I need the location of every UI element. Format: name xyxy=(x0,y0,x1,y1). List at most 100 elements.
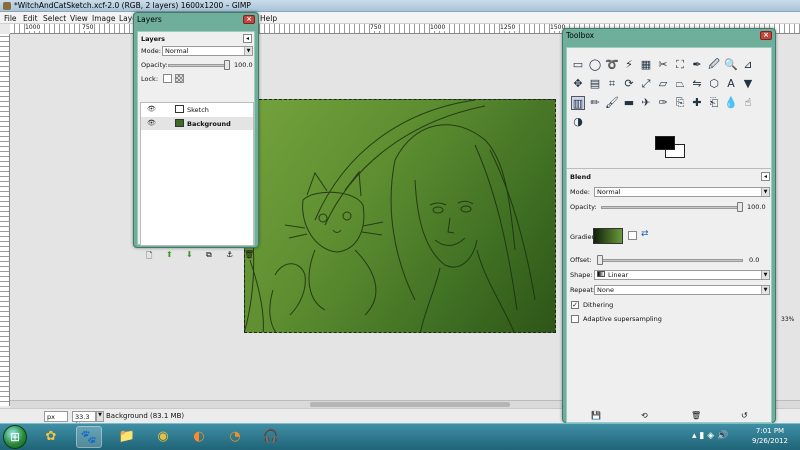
gimp-taskbar-icon[interactable]: 🐾 xyxy=(76,426,102,448)
raise-layer-icon[interactable]: ⬆ xyxy=(166,250,173,259)
rect-select-tool-icon[interactable]: ▭ xyxy=(571,58,585,72)
text-tool-icon[interactable]: A xyxy=(724,77,738,91)
dithering-label[interactable]: Dithering xyxy=(583,301,613,309)
layer-row-background[interactable]: 👁 Background xyxy=(141,117,253,130)
menu-view[interactable]: View xyxy=(70,14,88,23)
airbrush-tool-icon[interactable]: ✈ xyxy=(639,96,653,110)
color-selector[interactable] xyxy=(655,136,687,160)
layer-name[interactable]: Sketch xyxy=(187,106,209,114)
save-options-icon[interactable]: 💾 xyxy=(591,411,601,420)
blend-opacity-value[interactable]: 100.0 xyxy=(747,203,766,211)
adaptive-supersampling-label[interactable]: Adaptive supersampling xyxy=(583,315,662,323)
options-menu-icon[interactable]: ◂ xyxy=(761,172,770,181)
visibility-eye-icon[interactable]: 👁 xyxy=(147,120,156,127)
blend-tool-icon[interactable]: ▥ xyxy=(571,96,585,110)
scissors-tool-icon[interactable]: ✂ xyxy=(656,58,670,72)
color-select-tool-icon[interactable]: ▦ xyxy=(639,58,653,72)
gradient-preview[interactable] xyxy=(593,228,623,244)
firefox-icon[interactable]: ◐ xyxy=(186,426,212,448)
toolbox-close-button[interactable]: × xyxy=(760,31,772,40)
foreground-select-tool-icon[interactable]: ⛶ xyxy=(673,58,687,72)
ink-tool-icon[interactable]: ✑ xyxy=(656,96,670,110)
visibility-eye-icon[interactable]: 👁 xyxy=(147,106,156,113)
system-tray[interactable]: ▴ ▮ ◈ 🔊 xyxy=(692,431,728,441)
image-canvas[interactable] xyxy=(244,99,556,333)
crop-tool-icon[interactable]: ⌗ xyxy=(605,77,619,91)
menu-file[interactable]: File xyxy=(4,14,17,23)
headphones-icon[interactable]: 🎧 xyxy=(258,426,284,448)
lock-alpha-checkbox[interactable] xyxy=(175,74,184,83)
lock-pixels-checkbox[interactable] xyxy=(163,74,172,83)
lower-layer-icon[interactable]: ⬇ xyxy=(186,250,193,259)
paintbrush-tool-icon[interactable]: 🖌 xyxy=(605,96,619,110)
explorer-icon[interactable]: 📁 xyxy=(114,426,140,448)
blend-opacity-thumb[interactable] xyxy=(737,202,743,212)
blend-opacity-slider[interactable] xyxy=(601,206,741,209)
blend-mode-select[interactable]: Normal ▼ xyxy=(594,187,770,197)
window-titlebar[interactable]: *WitchAndCatSketch.xcf-2.0 (RGB, 2 layer… xyxy=(0,0,800,12)
move-tool-icon[interactable]: ✥ xyxy=(571,77,585,91)
dodge-burn-tool-icon[interactable]: ◑ xyxy=(571,115,585,129)
layer-name[interactable]: Background xyxy=(187,120,231,128)
eraser-tool-icon[interactable]: ▬ xyxy=(622,96,636,110)
blur-tool-icon[interactable]: 💧 xyxy=(724,96,738,110)
clone-tool-icon[interactable]: ⎘ xyxy=(673,96,687,110)
menu-select[interactable]: Select xyxy=(43,14,66,23)
free-select-tool-icon[interactable]: ➰ xyxy=(605,58,619,72)
adaptive-supersampling-checkbox[interactable] xyxy=(571,315,579,323)
offset-slider[interactable] xyxy=(597,259,743,262)
restore-options-icon[interactable]: ⟲ xyxy=(641,411,648,420)
pencil-tool-icon[interactable]: ✏ xyxy=(588,96,602,110)
opacity-value[interactable]: 100.0 xyxy=(234,61,253,69)
duplicate-layer-icon[interactable]: ⧉ xyxy=(206,250,212,260)
paths-tool-icon[interactable]: ✒ xyxy=(690,58,704,72)
scrollbar-thumb[interactable] xyxy=(310,402,510,407)
picasa-icon[interactable]: ✿ xyxy=(38,426,64,448)
cage-tool-icon[interactable]: ⬡ xyxy=(707,77,721,91)
layer-row-sketch[interactable]: 👁 Sketch xyxy=(141,103,253,116)
fuzzy-select-tool-icon[interactable]: ⚡ xyxy=(622,58,636,72)
reset-options-icon[interactable]: ↺ xyxy=(741,411,748,420)
layer-mode-select[interactable]: Normal ▼ xyxy=(162,46,253,56)
anchor-layer-icon[interactable]: ⚓ xyxy=(226,250,233,259)
chrome-icon[interactable]: ◉ xyxy=(150,426,176,448)
ellipse-select-tool-icon[interactable]: ◯ xyxy=(588,58,602,72)
heal-tool-icon[interactable]: ✚ xyxy=(690,96,704,110)
shape-select[interactable]: Linear ▼ xyxy=(594,270,770,280)
scale-tool-icon[interactable]: ⤢ xyxy=(639,77,653,91)
perspective-clone-tool-icon[interactable]: ⎗ xyxy=(707,96,721,110)
zoom-dropdown-arrow[interactable]: ▼ xyxy=(96,411,104,422)
panel-menu-icon[interactable]: ◂ xyxy=(243,34,252,43)
offset-thumb[interactable] xyxy=(597,255,603,265)
shear-tool-icon[interactable]: ▱ xyxy=(656,77,670,91)
dithering-checkbox[interactable]: ✓ xyxy=(571,301,579,309)
zoom-field[interactable]: 33.3 % xyxy=(72,411,96,429)
delete-options-icon[interactable]: 🗑 xyxy=(691,411,701,420)
unit-selector[interactable]: px xyxy=(44,411,68,422)
color-picker-tool-icon[interactable]: 🖉 xyxy=(707,58,721,72)
layer-opacity-slider[interactable] xyxy=(168,64,228,67)
flip-tool-icon[interactable]: ⇋ xyxy=(690,77,704,91)
offset-value[interactable]: 0.0 xyxy=(749,256,759,264)
align-tool-icon[interactable]: ▤ xyxy=(588,77,602,91)
clock[interactable]: 7:01 PM 9/26/2012 xyxy=(748,426,792,446)
layers-close-button[interactable]: × xyxy=(243,15,255,24)
menu-help[interactable]: Help xyxy=(260,14,277,23)
smudge-tool-icon[interactable]: ☝ xyxy=(741,96,755,110)
reverse-gradient-checkbox[interactable] xyxy=(628,231,637,240)
rotate-tool-icon[interactable]: ⟳ xyxy=(622,77,636,91)
menu-edit[interactable]: Edit xyxy=(23,14,38,23)
foreground-color-swatch[interactable] xyxy=(655,136,675,150)
menu-image[interactable]: Image xyxy=(92,14,116,23)
swap-arrows-icon[interactable]: ⇄ xyxy=(641,229,649,239)
zoom-tool-icon[interactable]: 🔍 xyxy=(724,58,738,72)
layer-opacity-thumb[interactable] xyxy=(224,60,230,70)
vertical-ruler[interactable] xyxy=(0,34,10,406)
new-layer-icon[interactable]: 🗋 xyxy=(146,250,152,264)
repeat-select[interactable]: None ▼ xyxy=(594,285,770,295)
bucket-fill-tool-icon[interactable]: ▼ xyxy=(741,77,755,91)
blender-icon[interactable]: ◔ xyxy=(222,426,248,448)
measure-tool-icon[interactable]: ⊿ xyxy=(741,58,755,72)
perspective-tool-icon[interactable]: ⏢ xyxy=(673,77,687,91)
delete-layer-icon[interactable]: 🗑 xyxy=(244,250,254,259)
